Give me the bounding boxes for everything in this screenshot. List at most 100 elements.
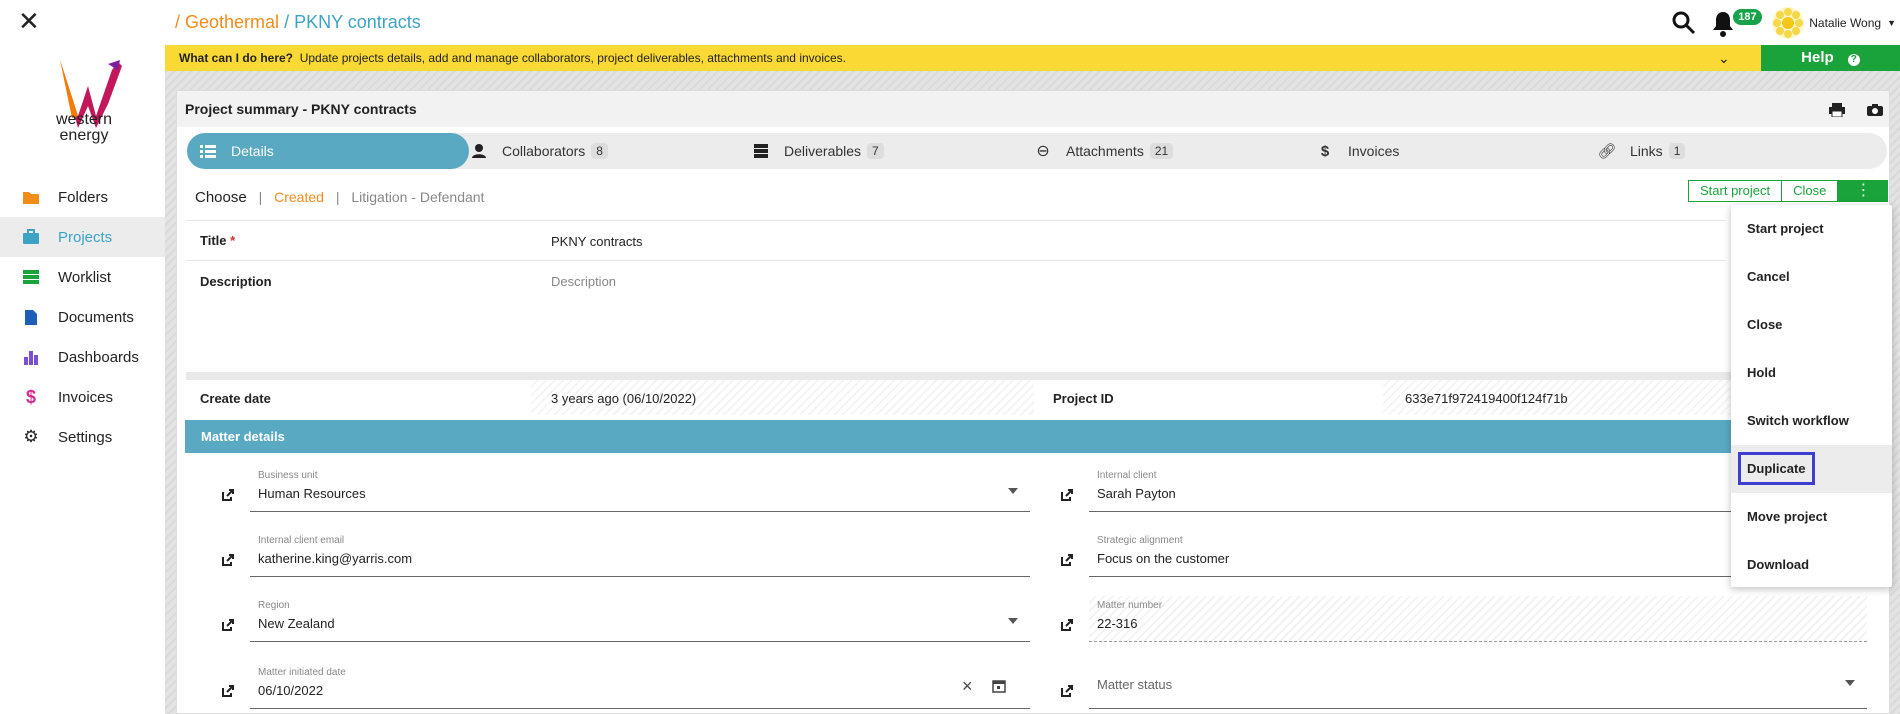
dollar-icon: $ [1320,142,1330,160]
tab-deliverables[interactable]: Deliverables 7 [742,133,1024,169]
menu-item-cancel[interactable]: Cancel [1731,253,1892,301]
external-link-icon[interactable] [1060,488,1074,502]
sidebar-item-worklist[interactable]: Worklist [0,257,165,297]
info-bar-text: Update projects details, add and manage … [299,51,847,65]
tab-count-badge: 1 [1668,143,1686,159]
sidebar-item-invoices[interactable]: $ Invoices [0,377,165,417]
page-title: Project summary - PKNY contracts [185,101,417,117]
help-label: Help [1801,49,1834,66]
project-id-row: Project ID 633e71f972419400f124f71b [1038,380,1740,415]
client-email-label: Internal client email [258,535,345,546]
menu-item-label: Cancel [1747,269,1790,284]
tab-label: Details [231,143,274,159]
internal-client-email-field[interactable]: Internal client email katherine.king@yar… [250,531,1030,577]
tab-count-badge: 7 [867,143,884,159]
external-link-icon[interactable] [1060,684,1074,698]
matter-number-field: Matter number 22-316 [1089,596,1867,642]
external-link-icon[interactable] [221,488,235,502]
sidebar-item-dashboards[interactable]: Dashboards [0,337,165,377]
menu-item-label: Close [1747,317,1783,332]
status-choose-label: Choose [195,189,247,206]
sidebar-item-label: Folders [58,188,109,206]
close-button[interactable]: Close [1782,180,1839,202]
logo-text: western energy [38,112,130,144]
title-label: Title * [200,233,235,248]
menu-item-label: Switch workflow [1747,413,1849,428]
matter-status-select[interactable]: Matter status [1089,663,1867,709]
help-button[interactable]: Help ? [1761,45,1900,71]
list-icon [22,268,40,286]
avatar[interactable] [1771,6,1805,40]
internal-client-field[interactable]: Internal client Sarah Payton [1089,466,1731,512]
notification-count-badge: 187 [1733,9,1762,25]
menu-item-close[interactable]: Close [1731,301,1892,349]
sidebar-item-folders[interactable]: Folders [0,177,165,217]
status-litigation[interactable]: Litigation - Defendant [351,189,484,205]
bar-chart-icon [22,348,40,366]
menu-item-start-project[interactable]: Start project [1731,205,1892,253]
title-label-text: Title [200,233,227,248]
description-row: Description Description [186,260,1726,372]
menu-item-duplicate[interactable]: Duplicate [1731,445,1892,493]
tab-invoices[interactable]: $ Invoices [1306,133,1588,169]
tab-attachments[interactable]: ⊘ Attachments 21 [1024,133,1306,169]
strategic-alignment-value: Focus on the customer [1097,551,1230,566]
sidebar-item-settings[interactable]: ⚙ Settings [0,417,165,457]
tab-links[interactable]: 🔗︎ Links 1 [1588,133,1870,169]
create-date-row: Create date 3 years ago (06/10/2022) [186,380,1034,415]
divider [186,372,1740,380]
external-link-icon[interactable] [1060,553,1074,567]
list-icon [199,144,217,158]
status-created[interactable]: Created [274,189,324,205]
print-icon[interactable] [1829,102,1845,117]
matter-initiated-date-field[interactable]: Matter initiated date 06/10/2022 × [250,663,1030,709]
close-icon[interactable]: ✕ [18,8,40,34]
matter-initiated-label: Matter initiated date [258,667,346,678]
sidebar-item-documents[interactable]: Documents [0,297,165,337]
menu-item-switch-workflow[interactable]: Switch workflow [1731,397,1892,445]
logo-text-line1: western [55,111,113,128]
menu-item-label: Download [1747,557,1810,572]
divider: | [335,189,340,205]
info-bar: What can I do here? Update projects deta… [165,45,1761,71]
person-icon [470,144,488,158]
caret-down-icon [1845,680,1855,686]
stack-icon [752,144,770,158]
more-options-button[interactable]: ⋮ [1838,180,1889,202]
menu-item-hold[interactable]: Hold [1731,349,1892,397]
breadcrumb: / Geothermal / PKNY contracts [175,12,421,33]
external-link-icon[interactable] [221,684,235,698]
menu-item-label: Duplicate [1738,452,1815,485]
search-icon[interactable] [1671,10,1697,36]
title-value[interactable]: PKNY contracts [551,234,643,249]
camera-icon[interactable] [1867,103,1883,117]
start-project-button[interactable]: Start project [1688,180,1783,202]
clear-icon[interactable]: × [962,676,973,697]
menu-item-download[interactable]: Download [1731,541,1892,589]
sidebar-item-label: Worklist [58,268,112,286]
business-unit-select[interactable]: Business unit Human Resources [250,466,1030,512]
description-label: Description [200,274,272,289]
tab-label: Links [1630,143,1663,159]
internal-client-label: Internal client [1097,470,1157,481]
description-field[interactable]: Description [551,274,616,289]
region-select[interactable]: Region New Zealand [250,596,1030,642]
sidebar-item-projects[interactable]: Projects [0,217,165,257]
external-link-icon[interactable] [221,618,235,632]
tab-collaborators[interactable]: Collaborators 8 [460,133,742,169]
chevron-down-icon[interactable]: ⌄ [1718,45,1730,71]
sidebar-item-label: Dashboards [58,348,139,366]
menu-item-move-project[interactable]: Move project [1731,493,1892,541]
tab-label: Attachments [1066,143,1144,159]
matter-details-header[interactable]: Matter details [185,420,1885,453]
user-name[interactable]: Natalie Wong [1809,16,1881,30]
notifications[interactable]: 187 [1711,4,1762,42]
caret-down-icon[interactable]: ▼ [1887,18,1896,28]
tab-details[interactable]: Details [187,133,469,169]
strategic-alignment-field[interactable]: Strategic alignment Focus on the custome… [1089,531,1731,577]
external-link-icon[interactable] [221,553,235,567]
breadcrumb-parent[interactable]: / Geothermal [175,12,279,32]
calendar-icon[interactable] [992,679,1006,693]
external-link-icon[interactable] [1060,618,1074,632]
divider: | [258,189,263,205]
